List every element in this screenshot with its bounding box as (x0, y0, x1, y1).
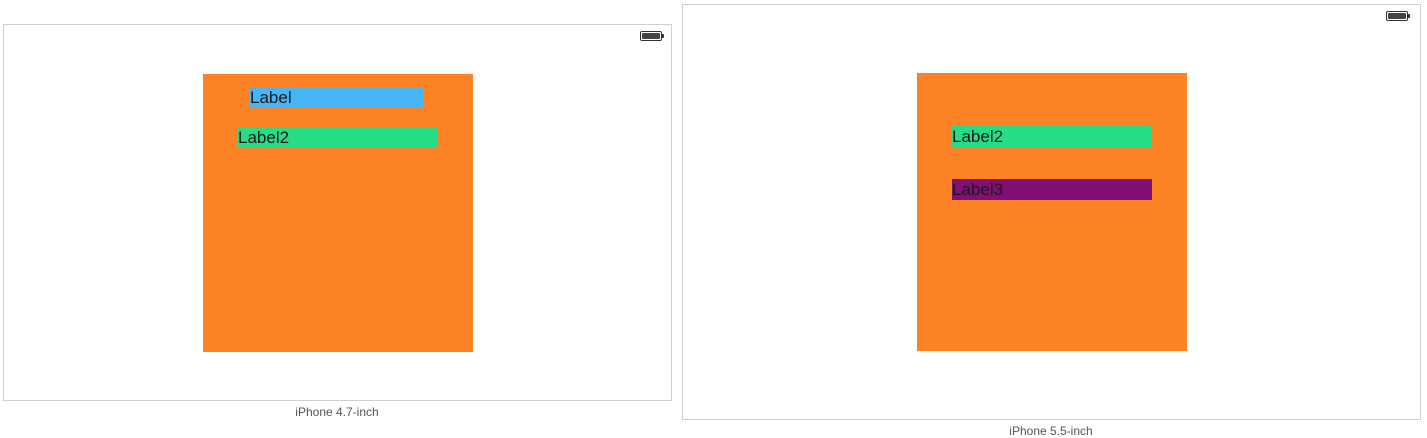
label2-view[interactable]: Label2 (238, 127, 438, 148)
battery-icon (1386, 11, 1410, 21)
device-frame-iphone-5-5: Label2 Label3 (682, 4, 1421, 420)
orange-container-view[interactable]: Label Label2 (203, 74, 473, 352)
device-frame-iphone-4-7: Label Label2 (3, 24, 672, 401)
orange-container-view[interactable]: Label2 Label3 (917, 73, 1187, 351)
label3-view[interactable]: Label3 (952, 179, 1152, 200)
device-caption: iPhone 4.7-inch (295, 405, 379, 419)
label-view[interactable]: Label (250, 87, 424, 108)
battery-icon (640, 31, 664, 41)
label2-view[interactable]: Label2 (952, 126, 1152, 147)
device-caption: iPhone 5.5-inch (1009, 424, 1093, 438)
